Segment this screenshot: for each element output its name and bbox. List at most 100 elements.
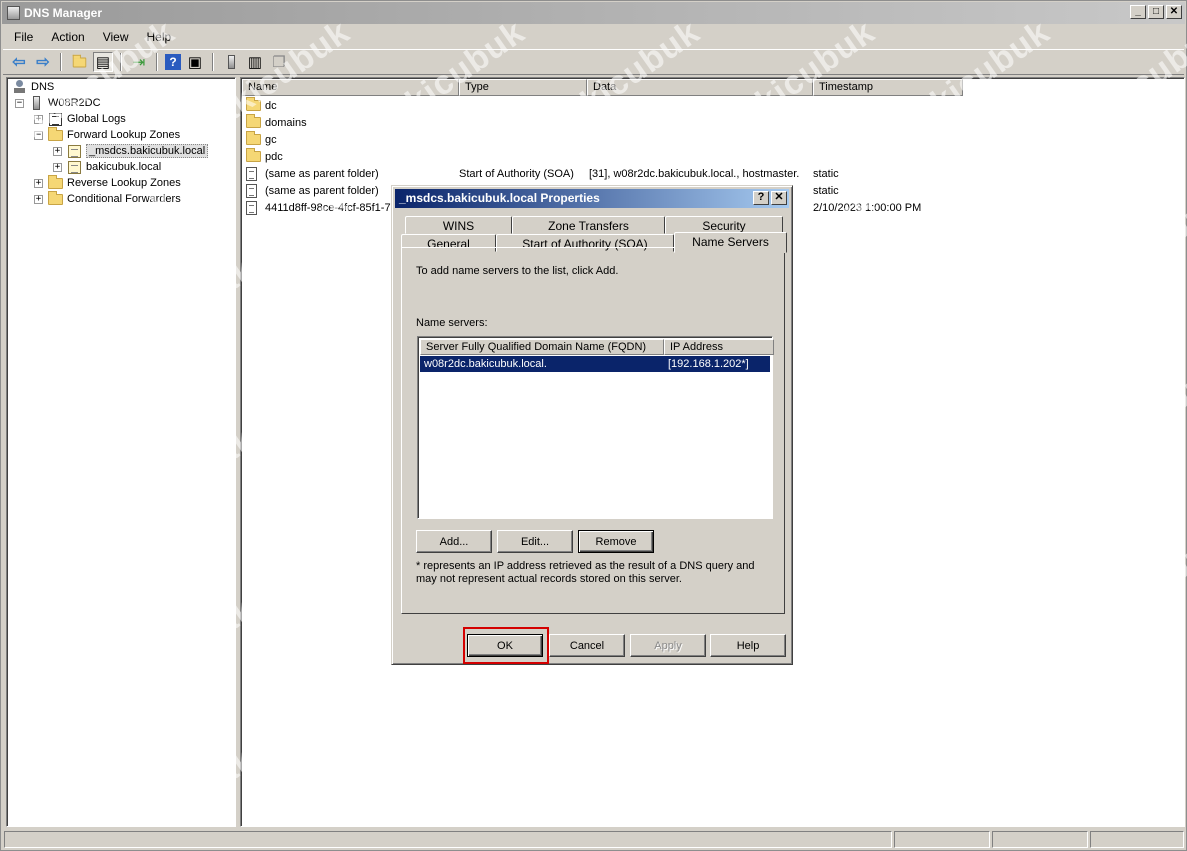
tree-label: Reverse Lookup Zones: [67, 177, 181, 189]
dns-icon: [13, 80, 26, 94]
menu-view[interactable]: View: [94, 27, 138, 47]
record-timestamp: static: [813, 184, 839, 197]
record-name: pdc: [265, 150, 283, 163]
record-name: gc: [265, 133, 277, 146]
record-name: 4411d8ff-98ce-4fcf-85f1-7: [265, 201, 391, 214]
record-icon: [245, 200, 257, 215]
record-row[interactable]: pdc: [245, 148, 963, 165]
column-header-name[interactable]: Name: [242, 79, 459, 96]
toolbar-separator: [156, 53, 158, 71]
record-icon: [245, 183, 257, 198]
edit-button[interactable]: Edit...: [497, 530, 573, 553]
column-header-data[interactable]: Data: [587, 79, 813, 96]
column-header-ip[interactable]: IP Address: [664, 339, 774, 355]
back-arrow-icon[interactable]: ⇦: [9, 52, 29, 72]
column-header-type[interactable]: Type: [459, 79, 587, 96]
list-header: Name Type Data Timestamp: [242, 79, 963, 96]
record-name: (same as parent folder): [265, 184, 379, 197]
tree-node-bakicubuk-zone[interactable]: + bakicubuk.local: [53, 159, 161, 175]
collapse-toggle[interactable]: −: [34, 130, 43, 140]
dialog-close-button[interactable]: ✕: [771, 191, 787, 205]
toolbar-separator: [212, 53, 214, 71]
tree-label: _msdcs.bakicubuk.local: [86, 144, 209, 158]
expand-toggle[interactable]: +: [34, 178, 43, 188]
record-timestamp: 2/10/2023 1:00:00 PM: [813, 201, 922, 214]
cancel-button[interactable]: Cancel: [549, 634, 625, 657]
menu-file[interactable]: File: [5, 27, 42, 47]
instruction-text: To add name servers to the list, click A…: [416, 265, 619, 277]
zone-icon: [67, 144, 81, 158]
expand-toggle[interactable]: +: [53, 162, 62, 172]
toolbar: ⇦ ⇨ ▤ ⇥ ? ▣ ▥ ❐: [3, 49, 1184, 75]
dialog-title-bar[interactable]: _msdcs.bakicubuk.local Properties ? ✕: [395, 189, 789, 208]
folder-icon: [245, 97, 261, 111]
forward-arrow-icon[interactable]: ⇨: [33, 52, 53, 72]
ns-ip: [192.168.1.202*]: [668, 358, 749, 370]
column-header-fqdn[interactable]: Server Fully Qualified Domain Name (FQDN…: [420, 339, 664, 355]
tree-node-dns[interactable]: DNS: [11, 79, 54, 95]
record-row[interactable]: gc: [245, 131, 963, 148]
server-icon[interactable]: [221, 52, 241, 72]
up-folder-icon[interactable]: [69, 52, 89, 72]
status-bar: [4, 831, 1184, 848]
expand-toggle[interactable]: +: [34, 114, 43, 124]
ns-fqdn: w08r2dc.bakicubuk.local.: [424, 358, 547, 370]
tree-label: Forward Lookup Zones: [67, 129, 181, 141]
add-button[interactable]: Add...: [416, 530, 492, 553]
record-row[interactable]: (same as parent folder) Start of Authorit…: [245, 165, 963, 182]
tree-node-forward-lookup-zones[interactable]: − Forward Lookup Zones: [34, 126, 181, 143]
folder-icon: [245, 148, 261, 162]
export-list-icon[interactable]: ⇥: [129, 52, 149, 72]
copy-icon[interactable]: ❐: [269, 52, 289, 72]
name-servers-list[interactable]: Server Fully Qualified Domain Name (FQDN…: [417, 336, 774, 519]
record-row[interactable]: dc: [245, 97, 963, 114]
minimize-button[interactable]: _: [1130, 5, 1146, 19]
window-title: DNS Manager: [24, 6, 103, 20]
tab-name-servers[interactable]: Name Servers: [674, 232, 787, 253]
toolbar-separator: [60, 53, 62, 71]
ok-button-highlight-box: [463, 627, 549, 664]
maximize-button[interactable]: □: [1148, 5, 1164, 19]
dialog-help-button[interactable]: ?: [753, 191, 769, 205]
folder-icon: [47, 126, 63, 141]
record-name: domains: [265, 116, 307, 129]
apply-button[interactable]: Apply: [630, 634, 706, 657]
record-row[interactable]: domains: [245, 114, 963, 131]
help-button[interactable]: Help: [710, 634, 786, 657]
status-pane: [894, 831, 990, 848]
tree-node-conditional-forwarders[interactable]: + Conditional Forwarders: [34, 190, 181, 207]
tree-node-server[interactable]: − W08R2DC: [15, 95, 101, 111]
tree-label: bakicubuk.local: [86, 161, 162, 173]
tree-node-global-logs[interactable]: + Global Logs: [34, 111, 126, 127]
tree-node-reverse-lookup-zones[interactable]: + Reverse Lookup Zones: [34, 174, 181, 191]
ns-list-row[interactable]: w08r2dc.bakicubuk.local. [192.168.1.202*…: [420, 356, 770, 372]
close-button[interactable]: ✕: [1166, 5, 1182, 19]
properties-icon[interactable]: ▣: [185, 52, 205, 72]
record-name: (same as parent folder): [265, 167, 379, 180]
menu-help[interactable]: Help: [138, 27, 181, 47]
remove-button[interactable]: Remove: [578, 530, 654, 553]
tab-wins[interactable]: WINS: [405, 216, 512, 234]
ns-list-header: Server Fully Qualified Domain Name (FQDN…: [420, 339, 774, 355]
dialog-title: _msdcs.bakicubuk.local Properties: [399, 191, 600, 205]
menu-bar: File Action View Help: [5, 27, 180, 47]
console-tree[interactable]: DNS − W08R2DC + Global Logs − Forward Lo…: [6, 77, 236, 827]
collapse-toggle[interactable]: −: [15, 98, 24, 108]
folder-icon: [47, 174, 63, 189]
list-icon[interactable]: ▥: [245, 52, 265, 72]
zone-icon: [67, 160, 81, 174]
dns-manager-app-icon: [7, 6, 20, 20]
column-header-timestamp[interactable]: Timestamp: [813, 79, 963, 96]
expand-toggle[interactable]: +: [34, 194, 43, 204]
toolbar-separator: [120, 53, 122, 71]
tree-node-msdcs-zone[interactable]: + _msdcs.bakicubuk.local: [53, 143, 209, 159]
folder-icon: [245, 131, 261, 145]
menu-action[interactable]: Action: [42, 27, 93, 47]
show-hide-tree-icon[interactable]: ▤: [93, 52, 113, 72]
status-pane: [4, 831, 892, 848]
tree-label: Conditional Forwarders: [67, 193, 181, 205]
expand-toggle[interactable]: +: [53, 146, 62, 156]
tab-zone-transfers[interactable]: Zone Transfers: [512, 216, 665, 234]
title-bar[interactable]: DNS Manager _ □ ✕: [2, 2, 1185, 24]
help-icon[interactable]: ?: [165, 54, 181, 70]
